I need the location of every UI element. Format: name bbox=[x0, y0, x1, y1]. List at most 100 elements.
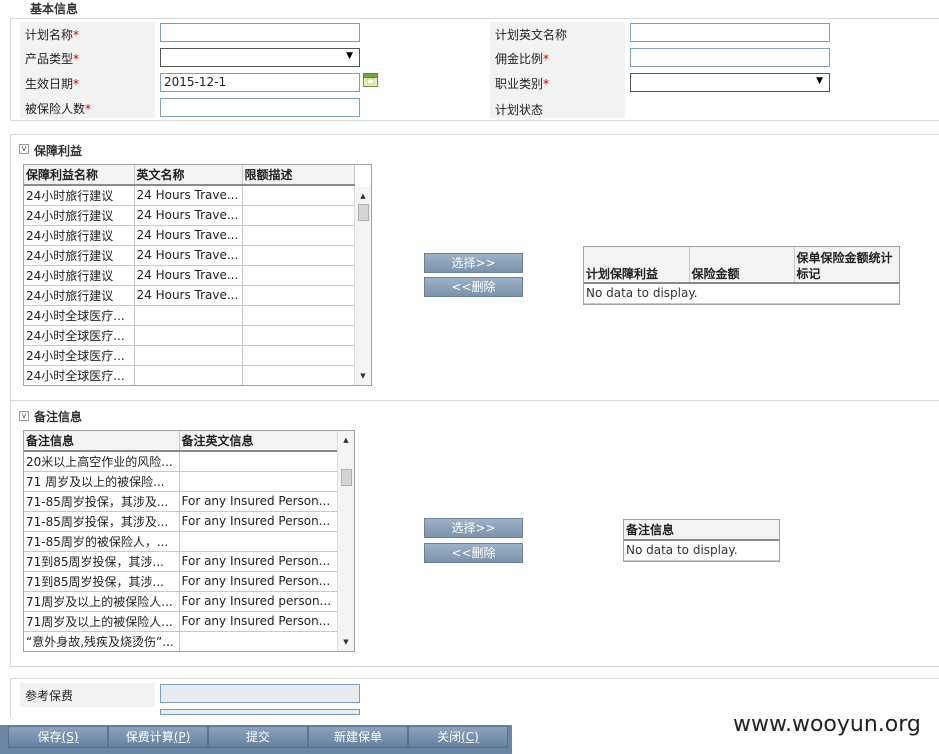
product-type-label: 产品类型* bbox=[25, 52, 80, 66]
submit-button[interactable]: 提交 bbox=[208, 726, 308, 748]
plan-english-name-input[interactable] bbox=[630, 23, 830, 42]
column-header[interactable]: 备注信息 bbox=[624, 520, 779, 541]
scroll-down-icon[interactable]: ▼ bbox=[355, 369, 371, 383]
table-cell: 24小时全球医疗... bbox=[24, 325, 135, 346]
effective-date-input[interactable]: 2015-12-1 bbox=[160, 73, 360, 92]
chevron-down-icon[interactable]: ▼ bbox=[816, 76, 823, 86]
table-row[interactable]: 24小时全球医疗... bbox=[24, 305, 355, 326]
scroll-up-icon[interactable]: ▲ bbox=[338, 433, 354, 447]
insured-count-input[interactable] bbox=[160, 98, 360, 117]
table-row[interactable]: 71周岁及以上的被保险人... For any Insured Person... bbox=[24, 611, 338, 632]
column-header[interactable]: 保险金额 bbox=[689, 247, 795, 284]
remarks-select-button[interactable]: 选择>> bbox=[424, 518, 523, 538]
column-header[interactable]: 保障利益名称 bbox=[24, 165, 135, 186]
table-cell bbox=[242, 365, 355, 385]
table-row[interactable]: 71-85周岁投保，其涉及... For any Insured Person..… bbox=[24, 511, 338, 532]
table-row[interactable]: 71到85周岁投保，其涉... For any Insured Person... bbox=[24, 571, 338, 592]
remarks-scrollbar[interactable]: ▲ ▼ bbox=[337, 431, 354, 651]
table-cell: 24小时旅行建议 bbox=[24, 205, 135, 226]
benefits-selected-grid: 计划保障利益 保险金额 保单保险金额统计标记 No data to displa… bbox=[583, 246, 900, 305]
new-policy-button[interactable]: 新建保单 bbox=[308, 726, 408, 748]
premium-input[interactable] bbox=[160, 684, 360, 703]
close-button[interactable]: 关闭(C) bbox=[408, 726, 508, 748]
column-header[interactable]: 英文名称 bbox=[134, 165, 243, 186]
table-cell bbox=[179, 451, 338, 472]
scroll-up-icon[interactable]: ▲ bbox=[355, 189, 371, 203]
table-cell: 24 Hours Trave... bbox=[134, 225, 243, 246]
table-cell bbox=[134, 365, 243, 385]
chevron-down-icon[interactable]: ▼ bbox=[346, 51, 353, 61]
calendar-icon[interactable] bbox=[363, 73, 378, 87]
table-cell bbox=[242, 185, 355, 206]
remarks-collapse-toggle[interactable]: v bbox=[19, 411, 29, 421]
table-cell bbox=[134, 345, 243, 366]
table-cell: 71-85周岁投保，其涉及... bbox=[24, 491, 180, 512]
table-cell: 24小时旅行建议 bbox=[24, 265, 135, 286]
empty-message: No data to display. bbox=[584, 283, 899, 304]
table-row[interactable]: 71-85周岁投保，其涉及... For any Insured Person..… bbox=[24, 491, 338, 512]
divider bbox=[10, 678, 939, 679]
empty-message: No data to display. bbox=[624, 540, 779, 561]
table-cell bbox=[242, 205, 355, 226]
plan-name-input[interactable] bbox=[160, 23, 360, 42]
insured-count-label: 被保险人数* bbox=[25, 102, 92, 116]
benefits-collapse-toggle[interactable]: v bbox=[19, 144, 29, 154]
benefits-select-button[interactable]: 选择>> bbox=[424, 253, 523, 273]
save-label: 保存 bbox=[37, 730, 62, 744]
table-row[interactable]: 71到85周岁投保，其涉... For any Insured Person... bbox=[24, 551, 338, 572]
table-row[interactable]: 24小时旅行建议 24 Hours Trave... bbox=[24, 245, 355, 266]
column-header[interactable]: 限额描述 bbox=[242, 165, 355, 186]
table-cell: 24小时旅行建议 bbox=[24, 185, 135, 206]
table-cell bbox=[134, 325, 243, 346]
table-row[interactable]: 71-85周岁的被保险人，... bbox=[24, 531, 338, 552]
table-cell: 24小时旅行建议 bbox=[24, 225, 135, 246]
table-cell bbox=[242, 225, 355, 246]
table-row[interactable]: 20米以上高空作业的风险... bbox=[24, 451, 338, 472]
scroll-thumb[interactable] bbox=[358, 204, 369, 221]
remarks-source-grid: 备注信息 备注英文信息 20米以上高空作业的风险... 71 周岁及以上的被保险… bbox=[23, 430, 355, 652]
table-row[interactable]: 24小时旅行建议 24 Hours Trave... bbox=[24, 285, 355, 306]
table-cell: “意外身故,残疾及烧烫伤”... bbox=[24, 631, 180, 651]
table-row[interactable]: 24小时旅行建议 24 Hours Trave... bbox=[24, 225, 355, 246]
effective-date-label: 生效日期* bbox=[25, 77, 80, 91]
table-row[interactable]: 24小时全球医疗... bbox=[24, 325, 355, 346]
basic-info-title: 基本信息 bbox=[30, 2, 79, 16]
premium-label: 参考保费 bbox=[25, 689, 74, 703]
benefits-scrollbar[interactable]: ▲ ▼ bbox=[354, 187, 371, 385]
table-row[interactable]: 24小时全球医疗... bbox=[24, 365, 355, 385]
table-cell: 24 Hours Trave... bbox=[134, 245, 243, 266]
column-header[interactable]: 计划保障利益 bbox=[584, 247, 690, 284]
column-header[interactable]: 备注信息 bbox=[24, 431, 180, 452]
occupation-category-select[interactable]: ▼ bbox=[630, 73, 830, 92]
scroll-thumb[interactable] bbox=[341, 469, 352, 486]
table-cell bbox=[242, 265, 355, 286]
save-button[interactable]: 保存(S) bbox=[8, 726, 108, 748]
table-cell bbox=[242, 345, 355, 366]
commission-ratio-input[interactable] bbox=[630, 48, 830, 67]
table-cell: For any Insured Person... bbox=[179, 491, 338, 512]
table-cell: 71到85周岁投保，其涉... bbox=[24, 551, 180, 572]
divider bbox=[10, 120, 939, 121]
table-cell: 24 Hours Trave... bbox=[134, 265, 243, 286]
table-row[interactable]: 24小时全球医疗... bbox=[24, 345, 355, 366]
table-row[interactable]: 24小时旅行建议 24 Hours Trave... bbox=[24, 205, 355, 226]
product-type-select[interactable]: ▼ bbox=[160, 48, 360, 67]
column-header[interactable]: 保单保险金额统计标记 bbox=[794, 247, 899, 284]
benefits-delete-button[interactable]: <<删除 bbox=[424, 277, 523, 297]
table-cell bbox=[242, 305, 355, 326]
divider bbox=[10, 134, 939, 135]
scroll-down-icon[interactable]: ▼ bbox=[338, 635, 354, 649]
table-row[interactable]: “意外身故,残疾及烧烫伤”... bbox=[24, 631, 338, 651]
table-cell bbox=[179, 531, 338, 552]
table-row[interactable]: 24小时旅行建议 24 Hours Trave... bbox=[24, 265, 355, 286]
remarks-delete-button[interactable]: <<删除 bbox=[424, 543, 523, 563]
table-cell: 24小时旅行建议 bbox=[24, 285, 135, 306]
premium-calc-button[interactable]: 保费计算(P) bbox=[108, 726, 208, 748]
table-row[interactable]: 71 周岁及以上的被保险... bbox=[24, 471, 338, 492]
table-row[interactable]: 71周岁及以上的被保险人... For any Insured person... bbox=[24, 591, 338, 612]
calc-shortcut: (P) bbox=[173, 730, 191, 744]
table-cell: For any Insured Person... bbox=[179, 511, 338, 532]
premium-extra-field bbox=[160, 709, 360, 715]
table-row[interactable]: 24小时旅行建议 24 Hours Trave... bbox=[24, 185, 355, 206]
column-header[interactable]: 备注英文信息 bbox=[179, 431, 338, 452]
